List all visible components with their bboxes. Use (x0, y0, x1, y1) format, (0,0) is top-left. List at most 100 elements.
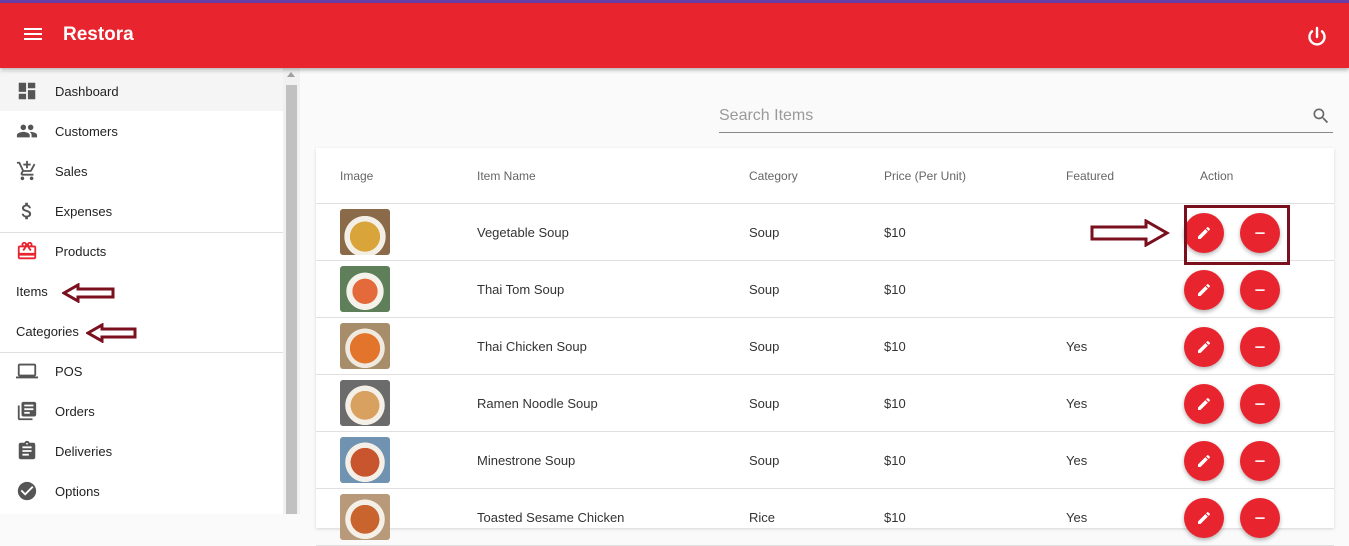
delete-button[interactable] (1240, 498, 1280, 538)
item-name: Thai Tom Soup (477, 282, 565, 297)
people-icon (16, 124, 38, 138)
delete-button[interactable] (1240, 270, 1280, 310)
item-featured: Yes (1066, 396, 1088, 411)
items-table: Image Item Name Category Price (Per Unit… (316, 148, 1334, 546)
item-price: $10 (884, 339, 906, 354)
item-name: Thai Chicken Soup (477, 339, 587, 354)
sidebar-item-label: Items (16, 284, 48, 299)
table-row: Vegetable Soup Soup $10 (316, 204, 1334, 261)
item-name: Ramen Noodle Soup (477, 396, 598, 411)
table-row: Thai Chicken Soup Soup $10 Yes (316, 318, 1334, 375)
pencil-icon (1198, 454, 1211, 467)
sidebar-item-products[interactable]: Products (0, 231, 283, 271)
column-header-image: Image (340, 169, 374, 183)
sidebar-item-deliveries[interactable]: Deliveries (0, 431, 283, 471)
column-header-item-name[interactable]: Item Name (477, 169, 536, 183)
sidebar-item-items[interactable]: Items (0, 271, 283, 311)
edit-button[interactable] (1184, 327, 1224, 367)
app-bar: Restora (0, 3, 1349, 68)
sidebar-item-label: Sales (55, 164, 88, 179)
sidebar-item-label: Dashboard (55, 84, 119, 99)
item-price: $10 (884, 225, 906, 240)
sidebar-item-pos[interactable]: POS (0, 351, 283, 391)
sidebar-item-expenses[interactable]: Expenses (0, 191, 283, 231)
edit-button[interactable] (1184, 498, 1224, 538)
add-cart-icon (16, 160, 36, 181)
item-image (340, 209, 390, 255)
library-icon (17, 401, 37, 421)
table-header: Image Item Name Category Price (Per Unit… (316, 148, 1334, 204)
item-image (340, 323, 390, 369)
sidebar: Dashboard Customers Sales Expenses Produ… (0, 68, 283, 514)
item-category: Soup (749, 225, 780, 240)
minus-icon (1255, 289, 1265, 291)
item-name: Vegetable Soup (477, 225, 569, 240)
search-icon[interactable] (1311, 106, 1331, 126)
annotation-arrow-right-icon (1090, 219, 1170, 247)
column-header-price[interactable]: Price (Per Unit) (884, 169, 966, 183)
clipboard-icon (18, 440, 36, 460)
sidebar-item-orders[interactable]: Orders (0, 391, 283, 431)
dashboard-icon (18, 82, 36, 100)
pencil-icon (1198, 340, 1211, 353)
power-icon[interactable] (1305, 25, 1329, 49)
sidebar-item-sales[interactable]: Sales (0, 151, 283, 191)
item-price: $10 (884, 282, 906, 297)
column-header-featured[interactable]: Featured (1066, 169, 1114, 183)
item-name: Toasted Sesame Chicken (477, 510, 625, 525)
minus-icon (1255, 460, 1265, 462)
sidebar-item-customers[interactable]: Customers (0, 111, 283, 151)
edit-button[interactable] (1184, 441, 1224, 481)
sidebar-item-label: Expenses (55, 204, 113, 219)
sidebar-item-dashboard[interactable]: Dashboard (0, 71, 283, 111)
item-category: Soup (749, 396, 780, 411)
search-input[interactable] (719, 105, 1299, 127)
item-image (340, 494, 390, 540)
gift-icon (17, 241, 37, 260)
minus-icon (1255, 403, 1265, 405)
minus-icon (1255, 346, 1265, 348)
sidebar-item-options[interactable]: Options (0, 471, 283, 511)
minus-icon (1255, 517, 1265, 519)
sidebar-item-categories[interactable]: Categories (0, 311, 283, 351)
item-featured: Yes (1066, 453, 1088, 468)
item-image (340, 437, 390, 483)
sidebar-item-label: POS (55, 364, 83, 379)
item-price: $10 (884, 453, 906, 468)
sidebar-item-label: Categories (16, 324, 79, 339)
sidebar-item-label: Products (55, 244, 107, 259)
scroll-up-arrow-icon[interactable] (287, 72, 295, 77)
column-header-action: Action (1200, 169, 1234, 183)
edit-button[interactable] (1184, 270, 1224, 310)
check-circle-icon (17, 481, 37, 501)
menu-icon[interactable] (22, 25, 46, 45)
laptop-icon (16, 363, 38, 379)
search-box (719, 100, 1333, 133)
item-category: Soup (749, 453, 780, 468)
item-category: Soup (749, 282, 780, 297)
sidebar-item-label: Deliveries (55, 444, 113, 459)
item-name: Minestrone Soup (477, 453, 576, 468)
annotation-arrow-left-icon (86, 323, 137, 343)
item-category: Rice (749, 510, 776, 525)
item-featured: Yes (1066, 510, 1088, 525)
edit-button[interactable] (1184, 384, 1224, 424)
item-category: Soup (749, 339, 780, 354)
table-row: Thai Tom Soup Soup $10 (316, 261, 1334, 318)
scroll-thumb[interactable] (286, 85, 297, 514)
pencil-icon (1198, 511, 1211, 524)
annotation-highlight-box (1184, 205, 1290, 265)
table-row: Minestrone Soup Soup $10 Yes (316, 432, 1334, 489)
annotation-arrow-left-icon (62, 283, 115, 303)
sidebar-scrollbar[interactable] (283, 68, 300, 514)
sidebar-item-label: Customers (55, 124, 118, 139)
column-header-category[interactable]: Category (749, 169, 798, 183)
item-featured: Yes (1066, 339, 1088, 354)
app-title: Restora (63, 24, 134, 45)
pencil-icon (1198, 397, 1211, 410)
table-row: Ramen Noodle Soup Soup $10 Yes (316, 375, 1334, 432)
delete-button[interactable] (1240, 384, 1280, 424)
delete-button[interactable] (1240, 441, 1280, 481)
table-row: Toasted Sesame Chicken Rice $10 Yes (316, 489, 1334, 546)
delete-button[interactable] (1240, 327, 1280, 367)
